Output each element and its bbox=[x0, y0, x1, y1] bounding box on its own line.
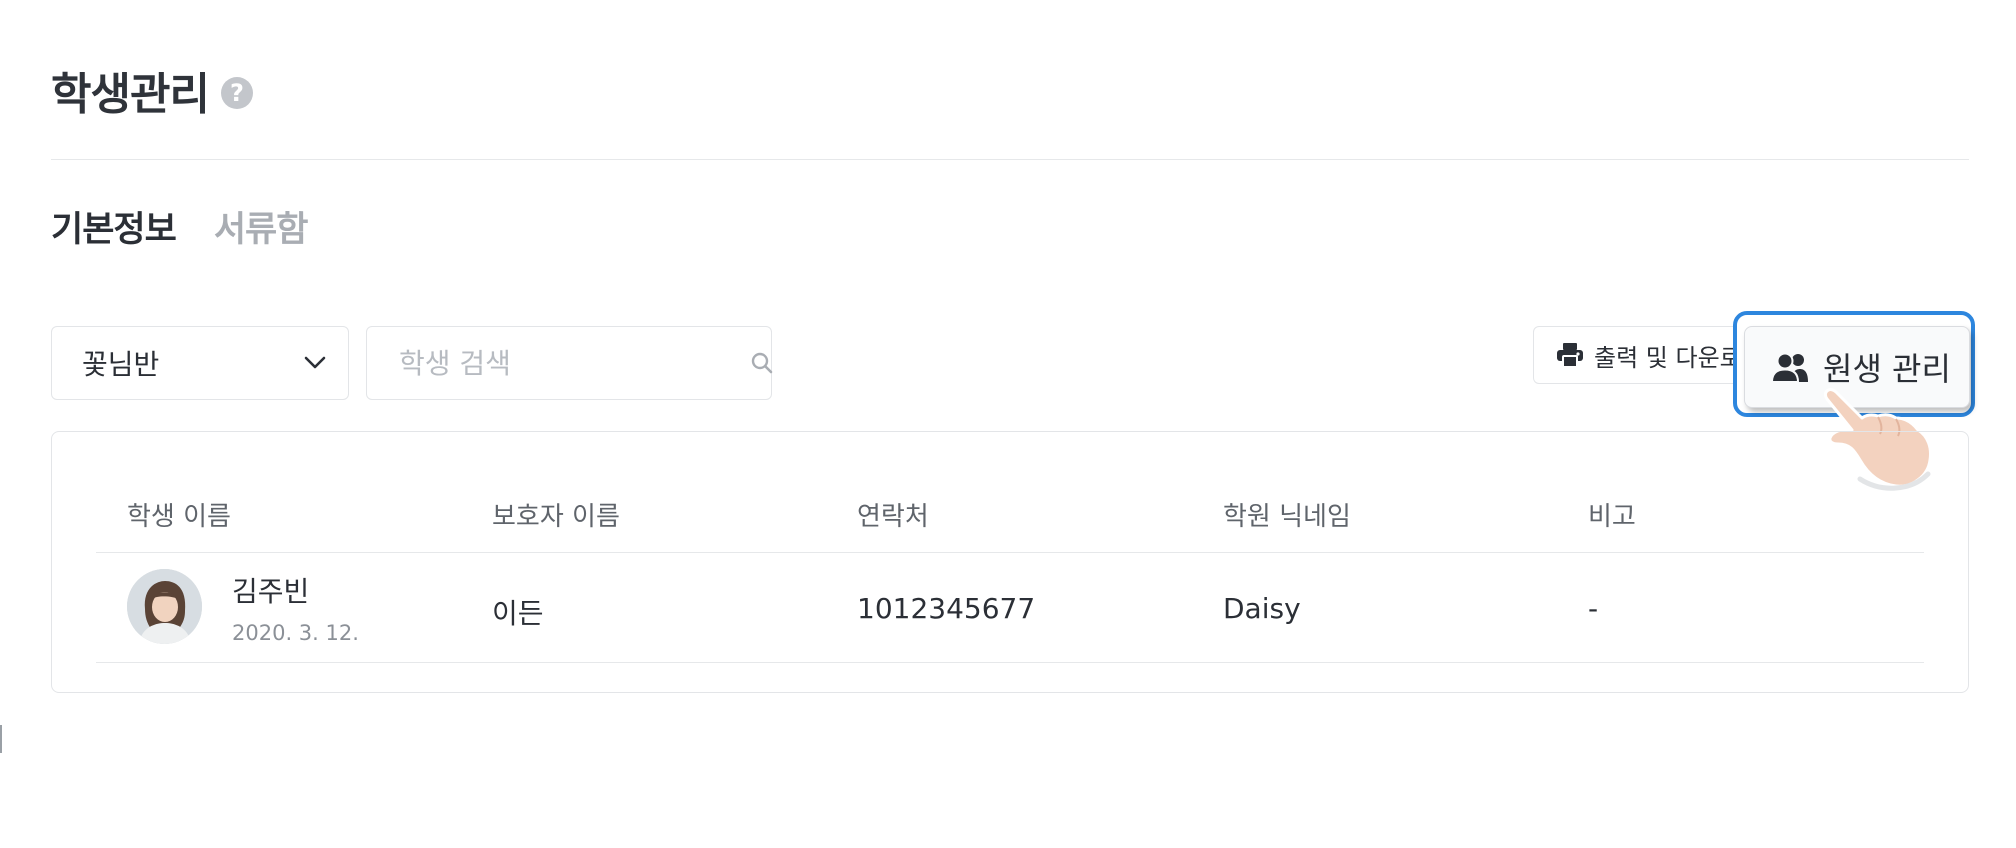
help-circle-icon[interactable]: ? bbox=[220, 77, 253, 109]
search-icon[interactable] bbox=[750, 351, 774, 375]
title-row: 학생관리 ? bbox=[51, 58, 253, 122]
tab-bar: 기본정보 서류함 bbox=[51, 201, 309, 252]
student-search[interactable] bbox=[366, 326, 774, 400]
student-table bbox=[51, 431, 1969, 693]
printer-icon bbox=[1556, 342, 1584, 368]
tab-basic-info[interactable]: 기본정보 bbox=[51, 201, 177, 252]
column-header-nickname: 학원 닉네임 bbox=[1223, 502, 1351, 532]
column-header-contact: 연락처 bbox=[857, 502, 929, 532]
avatar bbox=[127, 569, 202, 644]
chevron-down-icon bbox=[304, 356, 326, 370]
column-header-guardian-name: 보호자 이름 bbox=[492, 502, 620, 532]
birth-date: 2020. 3. 12. bbox=[232, 621, 359, 645]
edge-mark bbox=[0, 725, 2, 753]
academy-nickname: Daisy bbox=[1223, 592, 1301, 625]
search-input[interactable] bbox=[397, 345, 750, 381]
header-divider bbox=[51, 159, 1969, 160]
note-value: - bbox=[1588, 592, 1599, 625]
class-select[interactable]: 꽃님반 bbox=[51, 326, 349, 400]
column-header-student-name: 학생 이름 bbox=[127, 502, 231, 532]
page-title: 학생관리 bbox=[51, 69, 210, 120]
print-download-button[interactable]: 출력 및 다운로드 bbox=[1533, 326, 1763, 384]
table-row-divider bbox=[96, 662, 1924, 663]
contact-number: 1012345677 bbox=[857, 592, 1036, 625]
users-icon bbox=[1771, 351, 1809, 383]
class-select-value: 꽃님반 bbox=[82, 348, 160, 381]
student-name[interactable]: 김주빈 bbox=[232, 570, 309, 610]
table-header-divider bbox=[96, 552, 1924, 553]
tab-documents[interactable]: 서류함 bbox=[214, 201, 309, 252]
guardian-name: 이든 bbox=[492, 597, 544, 630]
column-header-note: 비고 bbox=[1588, 502, 1636, 532]
